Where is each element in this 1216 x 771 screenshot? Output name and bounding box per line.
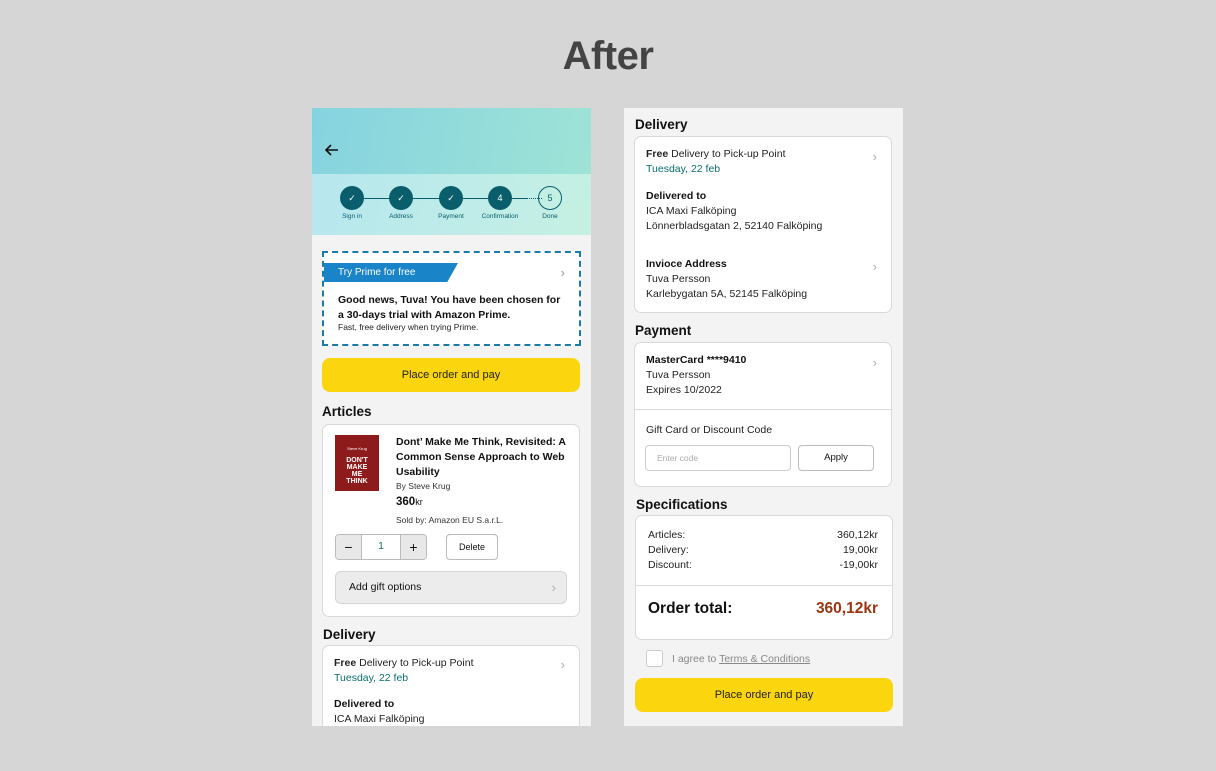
step-confirmation: 4 Confirmation	[482, 186, 518, 220]
delete-button[interactable]: Delete	[446, 534, 498, 560]
step-address: ✓ Address	[389, 186, 413, 220]
invoice-name: Tuva Persson	[646, 273, 711, 285]
invoice-address-label[interactable]: Invioce Address	[646, 258, 727, 270]
discount-label: Gift Card or Discount Code	[646, 424, 773, 436]
delivered-to-label: Delivered to	[646, 190, 707, 202]
increase-button[interactable]: +	[401, 535, 426, 559]
card-expiry: Expires 10/2022	[646, 384, 722, 396]
payment-card: MasterCard ****9410 › Tuva Persson Expir…	[634, 342, 892, 487]
specifications-title: Specifications	[636, 497, 728, 512]
check-icon: ✓	[439, 186, 463, 210]
terms-link[interactable]: Terms & Conditions	[719, 653, 810, 665]
book-title[interactable]: Dont’ Make Me Think, Revisited: A Common…	[396, 435, 574, 480]
order-total-value: 360,12kr	[815, 600, 878, 617]
delivery-method[interactable]: Free Delivery to Pick-up Point	[646, 148, 785, 160]
check-icon: ✓	[340, 186, 364, 210]
chevron-right-icon: ›	[560, 265, 565, 280]
delivered-to-address: Lönnerbladsgatan 2, 52140 Falköping	[646, 220, 823, 232]
prime-subtitle: Fast, free delivery when trying Prime.	[338, 322, 479, 332]
progress-stepper: ✓ Sign in ✓ Address ✓ Payment 4 Confirma…	[312, 174, 591, 235]
place-order-button[interactable]: Place order and pay	[635, 678, 893, 712]
delivered-to-name: ICA Maxi Falköping	[334, 713, 425, 725]
prime-ribbon: Try Prime for free	[324, 263, 458, 282]
chevron-right-icon: ›	[560, 657, 565, 672]
gift-options-label: Add gift options	[349, 581, 422, 593]
book-price: 360kr	[396, 496, 423, 508]
delivery-date: Tuesday, 22 feb	[334, 672, 409, 684]
step-sign-in: ✓ Sign in	[340, 186, 364, 220]
gift-options-row[interactable]: Add gift options ›	[335, 571, 567, 604]
prime-title: Good news, Tuva! You have been chosen fo…	[338, 294, 561, 321]
decrease-button[interactable]: −	[336, 535, 361, 559]
delivered-to-name: ICA Maxi Falköping	[646, 205, 737, 217]
chevron-right-icon[interactable]: ›	[873, 149, 877, 164]
book-author: By Steve Krug	[396, 481, 451, 491]
discount-code-input[interactable]: Enter code	[645, 445, 791, 471]
payment-title: Payment	[635, 323, 692, 338]
spec-row-articles: Articles: 360,12kr	[648, 529, 878, 541]
checkout-screen-left: ✓ Sign in ✓ Address ✓ Payment 4 Confirma…	[312, 108, 591, 726]
page-heading: After	[562, 34, 654, 78]
quantity-value[interactable]: 1	[361, 535, 401, 559]
book-cover-image: Steve Krug DON'T MAKE ME THINK	[335, 435, 379, 491]
invoice-address: Karlebygatan 5A, 52145 Falköping	[646, 288, 808, 300]
checkout-screen-right: Delivery Free Delivery to Pick-up Point …	[624, 108, 903, 726]
article-card: Steve Krug DON'T MAKE ME THINK Dont’ Mak…	[322, 424, 580, 617]
apply-button[interactable]: Apply	[798, 445, 874, 471]
header-hero	[312, 108, 591, 174]
quantity-stepper: − 1 +	[335, 534, 427, 560]
check-icon: ✓	[389, 186, 413, 210]
chevron-right-icon: ›	[551, 580, 556, 595]
discount-section: Gift Card or Discount Code Enter code Ap…	[635, 409, 891, 487]
card-number[interactable]: MasterCard ****9410	[646, 354, 746, 366]
card-holder: Tuva Persson	[646, 369, 711, 381]
delivered-to-label: Delivered to	[334, 698, 395, 710]
step-done: 5 Done	[538, 186, 562, 220]
book-seller: Sold by: Amazon EU S.a.r.L.	[396, 515, 504, 525]
delivery-date: Tuesday, 22 feb	[646, 163, 721, 175]
terms-checkbox[interactable]	[646, 650, 663, 667]
specifications-card: Articles: 360,12kr Delivery: 19,00kr Disco…	[635, 515, 893, 640]
articles-title: Articles	[322, 404, 372, 419]
place-order-button[interactable]: Place order and pay	[322, 358, 580, 392]
delivery-title: Delivery	[635, 117, 688, 132]
prime-trial-banner[interactable]: Try Prime for free › Good news, Tuva! Yo…	[322, 251, 581, 346]
back-arrow-icon[interactable]	[324, 142, 340, 158]
delivery-card[interactable]: Free Delivery to Pick-up Point › Tuesday…	[322, 645, 580, 726]
terms-text: I agree to Terms & Conditions	[672, 653, 811, 665]
order-total-label: Order total:	[648, 600, 733, 617]
delivery-method: Free Delivery to Pick-up Point	[334, 657, 474, 669]
step-payment: ✓ Payment	[438, 186, 464, 220]
delivery-title: Delivery	[323, 627, 376, 642]
spec-row-discount: Discount: -19,00kr	[648, 559, 878, 571]
delivery-card: Free Delivery to Pick-up Point › Tuesday…	[634, 136, 892, 313]
chevron-right-icon[interactable]: ›	[873, 355, 877, 370]
chevron-right-icon[interactable]: ›	[873, 259, 877, 274]
spec-row-delivery: Delivery: 19,00kr	[648, 544, 878, 556]
